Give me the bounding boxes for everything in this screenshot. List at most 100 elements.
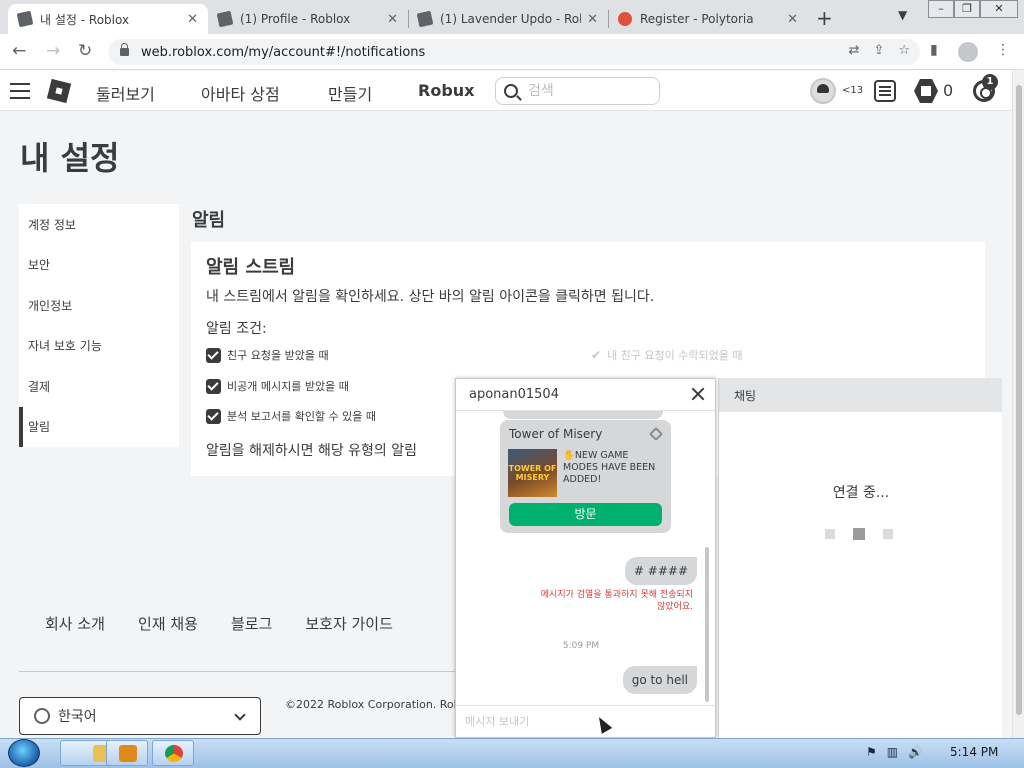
roblox-header: 둘러보기 아바타 상점 만들기 Robux <13 0	[0, 71, 1012, 111]
browser-tab-profile[interactable]: (1) Profile - Roblox ✕	[208, 4, 408, 34]
close-icon[interactable]: ✕	[787, 12, 798, 27]
conversation-window: aponan01504 Tower of Misery TOWER OF MIS…	[455, 378, 716, 738]
back-arrow-icon[interactable]: ←	[12, 41, 26, 61]
taskbar-media-player[interactable]	[106, 740, 148, 766]
system-tray: ⚑ ▥ 🔊	[866, 745, 923, 759]
browser-tab-polytoria[interactable]: Register - Polytoria ✕	[608, 4, 808, 34]
game-title[interactable]: Tower of Misery	[509, 427, 602, 441]
option-label: 내 친구 요청이 수락되었을 때	[607, 349, 743, 362]
maximize-window-button[interactable]: ❐	[954, 0, 980, 18]
page-scrollbar[interactable]	[1012, 71, 1024, 738]
close-icon[interactable]	[691, 387, 705, 401]
nav-robux[interactable]: Robux	[418, 81, 474, 100]
checkbox-checked-icon[interactable]	[206, 408, 221, 424]
message-bubble: go to hell	[622, 666, 697, 694]
settings-sidebar: 계정 정보 보안 개인정보 자녀 보호 기능 결제 알림	[19, 204, 179, 447]
bookmark-star-icon[interactable]: ☆	[898, 43, 910, 58]
option-friend-request-accepted: ✔ 내 친구 요청이 수락되었을 때	[591, 347, 743, 363]
minimize-window-button[interactable]: –	[928, 0, 954, 18]
pin-icon[interactable]	[648, 426, 664, 442]
chat-header[interactable]: 채팅	[719, 378, 1002, 412]
sidebar-item-notifications[interactable]: 알림	[19, 406, 179, 447]
close-icon[interactable]: ✕	[387, 12, 398, 27]
translate-icon[interactable]: ⇄	[849, 43, 860, 58]
roblox-favicon-icon	[216, 10, 234, 28]
sidebar-item-privacy[interactable]: 개인정보	[19, 285, 179, 326]
catalog-list-icon[interactable]	[874, 80, 896, 102]
tab-search-chevron-icon[interactable]: ▼	[898, 8, 907, 22]
message-timestamp: 5:09 PM	[562, 641, 600, 651]
nav-avatar-shop[interactable]: 아바타 상점	[201, 81, 280, 105]
connecting-status: 연결 중...	[832, 485, 890, 501]
robux-count[interactable]: 0	[943, 81, 953, 100]
sidebar-item-parental-controls[interactable]: 자녀 보호 기능	[19, 326, 179, 367]
language-select[interactable]: 한국어	[19, 697, 261, 735]
conversation-username[interactable]: aponan01504	[456, 379, 715, 411]
network-icon[interactable]: ▥	[887, 745, 898, 759]
checkbox-checked-icon[interactable]	[206, 378, 221, 394]
avatar[interactable]	[810, 78, 836, 104]
reload-icon[interactable]: ↻	[78, 41, 92, 61]
checkbox-label: 비공개 메시지를 받았을 때	[227, 380, 349, 393]
sidebar-item-account-info[interactable]: 계정 정보	[19, 204, 179, 245]
nav-discover[interactable]: 둘러보기	[96, 81, 155, 105]
sidebar-item-billing[interactable]: 결제	[19, 366, 179, 407]
moderation-error-text: 메시지가 검열을 통과하지 못해 전송되지 않았어요.	[540, 590, 693, 612]
taskbar-chrome[interactable]	[152, 740, 194, 766]
nav-create[interactable]: 만들기	[328, 81, 372, 105]
roblox-logo-icon[interactable]	[46, 78, 72, 104]
checkbox-checked-icon[interactable]	[206, 347, 221, 363]
browser-tab-strip: 내 설정 - Roblox ✕ (1) Profile - Roblox ✕ (…	[0, 0, 1024, 34]
browser-profile-avatar[interactable]	[958, 42, 978, 62]
globe-icon	[34, 708, 50, 724]
share-icon[interactable]: ⇪	[873, 43, 884, 58]
message-input[interactable]	[465, 715, 695, 728]
checkbox-analytics-report[interactable]: 분석 보고서를 확인할 수 있을 때	[206, 408, 376, 424]
browser-tab-settings[interactable]: 내 설정 - Roblox ✕	[8, 4, 208, 34]
robux-icon[interactable]	[914, 79, 938, 103]
previous-message-bubble	[503, 411, 663, 419]
section-title: 알림	[192, 210, 226, 231]
volume-icon[interactable]: 🔊	[908, 745, 923, 759]
search-input[interactable]	[528, 83, 638, 99]
message-input-area	[456, 705, 715, 737]
lock-icon[interactable]	[120, 43, 129, 56]
checkbox-private-message[interactable]: 비공개 메시지를 받았을 때	[206, 378, 349, 394]
checkmark-icon: ✔	[591, 348, 602, 362]
windows-start-icon[interactable]	[8, 739, 40, 767]
card-description: 내 스트림에서 알림을 확인하세요. 상단 바의 알림 아이콘을 클릭하면 됩니…	[206, 289, 655, 305]
age-badge: <13	[842, 85, 864, 96]
conditions-label: 알림 조건:	[206, 321, 267, 337]
sidebar-item-security[interactable]: 보안	[19, 245, 179, 286]
close-window-button[interactable]: ✕	[980, 0, 1018, 18]
browser-menu-icon[interactable]: ⋮	[996, 42, 1010, 58]
taskbar-clock[interactable]: 5:14 PM	[950, 745, 998, 759]
footer-link-jobs[interactable]: 인재 채용	[138, 613, 198, 634]
close-icon[interactable]: ✕	[187, 12, 198, 27]
address-url: web.roblox.com/my/account#!/notification…	[141, 44, 426, 60]
card-title: 알림 스트림	[206, 257, 296, 278]
footer-link-parents[interactable]: 보호자 가이드	[305, 613, 393, 634]
game-description: ✋NEW GAME MODES HAVE BEEN ADDED!	[563, 450, 656, 485]
game-link-card: Tower of Misery TOWER OF MISERY ✋NEW GAM…	[500, 420, 671, 533]
browser-tab-lavender-updo[interactable]: (1) Lavender Updo - Robl ✕	[408, 4, 608, 34]
checkbox-friend-request[interactable]: 친구 요청을 받았을 때	[206, 347, 329, 363]
message-bubble: # ####	[624, 557, 697, 585]
roblox-favicon-icon	[416, 10, 434, 28]
tab-title: (1) Lavender Updo - Robl	[440, 12, 582, 26]
footer-link-about[interactable]: 회사 소개	[45, 613, 105, 634]
new-tab-button[interactable]: +	[816, 6, 833, 30]
close-icon[interactable]: ✕	[587, 12, 598, 27]
hamburger-menu-icon[interactable]	[10, 83, 30, 99]
footer-link-blog[interactable]: 블로그	[231, 613, 272, 634]
tab-title: (1) Profile - Roblox	[240, 12, 351, 26]
search-icon	[504, 84, 518, 98]
card-footer-text: 알림을 해제하시면 해당 유형의 알림	[206, 443, 417, 459]
address-bar[interactable]: web.roblox.com/my/account#!/notification…	[108, 39, 920, 65]
forward-arrow-icon[interactable]: →	[46, 41, 60, 61]
game-thumbnail[interactable]: TOWER OF MISERY	[508, 449, 557, 497]
visit-button[interactable]: 방문	[509, 503, 662, 526]
action-center-icon[interactable]: ⚑	[866, 745, 877, 759]
conversation-scrollbar[interactable]	[705, 547, 709, 702]
side-panel-icon[interactable]: ▮	[930, 42, 938, 58]
